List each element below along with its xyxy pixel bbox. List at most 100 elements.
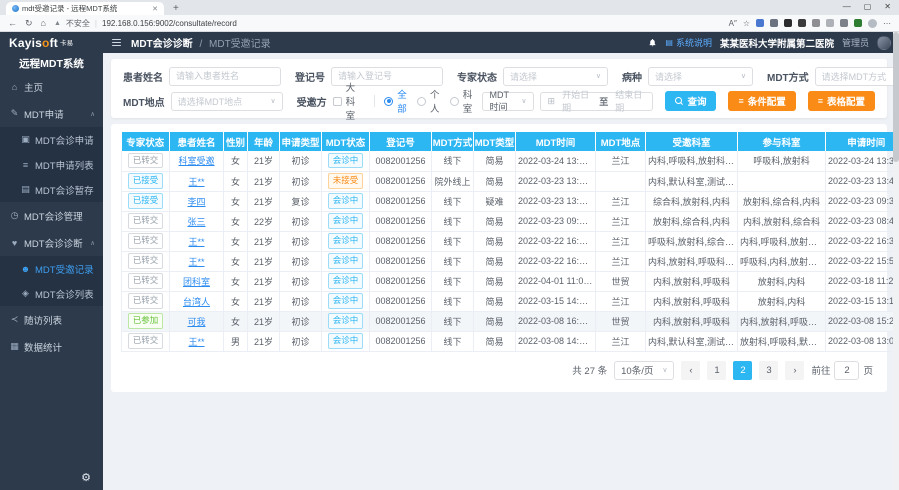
extension-icon[interactable] bbox=[784, 19, 792, 27]
tab-close-icon[interactable]: ✕ bbox=[152, 5, 158, 13]
patient-link[interactable]: 科室受邀 bbox=[178, 156, 214, 166]
back-icon[interactable]: ← bbox=[8, 18, 17, 28]
window-minimize-button[interactable]: — bbox=[843, 2, 851, 11]
sidebar-item-mdt-consult-list[interactable]: ◈MDT会诊列表 bbox=[0, 281, 103, 306]
home-icon[interactable]: ⌂ bbox=[41, 18, 46, 28]
cell-patient-name[interactable]: 团科室 bbox=[170, 271, 224, 291]
bell-icon[interactable] bbox=[648, 38, 657, 47]
sidebar-item-mdt-invite-record[interactable]: ☻MDT受邀记录 bbox=[0, 256, 103, 281]
favorite-star-icon[interactable]: ☆ bbox=[743, 19, 750, 28]
page-button-3[interactable]: 3 bbox=[759, 361, 778, 380]
page-button-2-current[interactable]: 2 bbox=[733, 361, 752, 380]
next-page-button[interactable]: › bbox=[785, 361, 804, 380]
browser-tab[interactable]: mdt受邀记录 - 远程MDT系统 ✕ bbox=[6, 2, 164, 15]
table-row[interactable]: 已转交科室受邀女21岁初诊会诊中0082001256线下简易2022-03-24… bbox=[122, 151, 899, 171]
cell-patient-name[interactable]: 张三 bbox=[170, 211, 224, 231]
extension-icon[interactable] bbox=[812, 19, 820, 27]
invitee-radio-all[interactable]: 全部 bbox=[384, 87, 408, 115]
page-scrollbar[interactable] bbox=[893, 32, 899, 490]
sidebar-item-mdt-apply[interactable]: ✎MDT申请∧ bbox=[0, 100, 103, 127]
patient-link[interactable]: 张三 bbox=[187, 217, 205, 227]
condition-config-button[interactable]: ≡条件配置 bbox=[728, 91, 795, 111]
refresh-icon[interactable]: ↻ bbox=[25, 18, 33, 29]
page-button-1[interactable]: 1 bbox=[707, 361, 726, 380]
patient-link[interactable]: 王** bbox=[188, 237, 204, 247]
sidebar-item-mdt-consult-draft[interactable]: ▤MDT会诊暂存 bbox=[0, 177, 103, 202]
read-aloud-icon[interactable]: A″ bbox=[729, 19, 737, 28]
mdt-place-select[interactable]: 请选择MDT地点∨ bbox=[171, 92, 283, 111]
table-config-button[interactable]: ≡表格配置 bbox=[808, 91, 875, 111]
date-range-picker[interactable]: ⊞ 开始日期 至 结束日期 bbox=[540, 92, 654, 111]
patient-link[interactable]: 王** bbox=[188, 337, 204, 347]
sidebar-item-data-stats[interactable]: ▦数据统计 bbox=[0, 333, 103, 360]
cell-joined-depts: 内科,放射科,综合科 bbox=[738, 211, 826, 231]
extension-icon[interactable] bbox=[798, 19, 806, 27]
new-tab-button[interactable]: + bbox=[173, 3, 179, 15]
extension-icon[interactable] bbox=[826, 19, 834, 27]
table-row[interactable]: 已转交王**男21岁初诊会诊中0082001256线下简易2022-03-08 … bbox=[122, 331, 899, 351]
system-help-link[interactable]: ▤系统说明 bbox=[665, 36, 712, 49]
table-row[interactable]: 已转交王**女21岁初诊会诊中0082001256线下简易2022-03-22 … bbox=[122, 251, 899, 271]
page-size-select[interactable]: 10条/页∨ bbox=[614, 361, 674, 380]
sidebar-item-followup-list[interactable]: ≺随访列表 bbox=[0, 306, 103, 333]
table-row[interactable]: 已转交王**女21岁初诊会诊中0082001256线下简易2022-03-22 … bbox=[122, 231, 899, 251]
mdt-mode-select[interactable]: 请选择MDT方式∨ bbox=[815, 67, 899, 86]
sidebar-item-mdt-apply-list[interactable]: ≡MDT申请列表 bbox=[0, 152, 103, 177]
sidebar-item-mdt-consult-diagnose[interactable]: ♥MDT会诊诊断∧ bbox=[0, 229, 103, 256]
window-maximize-button[interactable]: ▢ bbox=[864, 2, 872, 11]
browser-profile-avatar[interactable] bbox=[868, 19, 877, 28]
table-row[interactable]: 已参加可我女21岁初诊会诊中0082001256线下简易2022-03-08 1… bbox=[122, 311, 899, 331]
cell-patient-name[interactable]: 台湾人 bbox=[170, 291, 224, 311]
invitee-radio-person[interactable]: 个人 bbox=[417, 87, 441, 115]
cell-mdt-mode: 线下 bbox=[432, 271, 474, 291]
expert-status-select[interactable]: 请选择∨ bbox=[503, 67, 608, 86]
table-row[interactable]: 已接受李四女21岁复诊会诊中0082001256线下疑难2022-03-23 1… bbox=[122, 191, 899, 211]
cell-patient-name[interactable]: 李四 bbox=[170, 191, 224, 211]
start-date-placeholder: 开始日期 bbox=[562, 88, 592, 114]
extension-icon[interactable] bbox=[770, 19, 778, 27]
radio-icon[interactable] bbox=[450, 97, 459, 106]
time-field-select[interactable]: MDT时间∨ bbox=[482, 92, 533, 111]
extension-icon[interactable] bbox=[840, 19, 848, 27]
disease-select[interactable]: 请选择∨ bbox=[648, 67, 753, 86]
invitee-radio-dept[interactable]: 科室 bbox=[450, 87, 474, 115]
user-avatar[interactable] bbox=[877, 36, 891, 50]
patient-link[interactable]: 王** bbox=[188, 257, 204, 267]
cell-patient-name[interactable]: 王** bbox=[170, 251, 224, 271]
checkbox-icon[interactable] bbox=[333, 97, 342, 106]
cell-patient-name[interactable]: 王** bbox=[170, 231, 224, 251]
patient-link[interactable]: 团科室 bbox=[183, 277, 210, 287]
collapse-menu-icon[interactable] bbox=[112, 39, 121, 47]
window-close-button[interactable]: ✕ bbox=[884, 2, 891, 11]
goto-page-input[interactable] bbox=[834, 361, 859, 380]
cell-patient-name[interactable]: 科室受邀 bbox=[170, 151, 224, 171]
config-lines-icon: ≡ bbox=[818, 96, 823, 106]
invitee-checkbox-dept-group[interactable]: 大科室 bbox=[333, 80, 364, 122]
shield-extension-icon[interactable] bbox=[854, 19, 862, 27]
extension-icon[interactable] bbox=[756, 19, 764, 27]
table-row[interactable]: 已转交台湾人女21岁初诊会诊中0082001256线下简易2022-03-15 … bbox=[122, 291, 899, 311]
table-row[interactable]: 已转交张三女22岁初诊会诊中0082001256线下简易2022-03-23 0… bbox=[122, 211, 899, 231]
prev-page-button[interactable]: ‹ bbox=[681, 361, 700, 380]
radio-icon[interactable] bbox=[417, 97, 426, 106]
sidebar-item-home[interactable]: ⌂主页 bbox=[0, 73, 103, 100]
table-row[interactable]: 已转交团科室女21岁初诊会诊中0082001256线下简易2022-04-01 … bbox=[122, 271, 899, 291]
patient-link[interactable]: 可我 bbox=[187, 317, 205, 327]
scrollbar-thumb[interactable] bbox=[893, 32, 899, 162]
settings-gear-icon[interactable]: ⚙ bbox=[81, 471, 91, 484]
address-bar[interactable]: ▲ 不安全 | 192.168.0.156:9002/consultate/re… bbox=[54, 18, 237, 29]
patient-link[interactable]: 台湾人 bbox=[183, 297, 210, 307]
cell-mdt-status: 会诊中 bbox=[322, 191, 370, 211]
sidebar-item-mdt-consult-manage[interactable]: ◷MDT会诊管理 bbox=[0, 202, 103, 229]
sidebar-item-mdt-consult-apply[interactable]: ▣MDT会诊申请 bbox=[0, 127, 103, 152]
cell-patient-name[interactable]: 王** bbox=[170, 171, 224, 191]
table-row[interactable]: 已接受王**女21岁初诊未接受0082001256院外线上简易2022-03-2… bbox=[122, 171, 899, 191]
cell-patient-name[interactable]: 可我 bbox=[170, 311, 224, 331]
radio-icon[interactable] bbox=[384, 97, 393, 106]
patient-link[interactable]: 王** bbox=[188, 177, 204, 187]
search-button[interactable]: 查询 bbox=[665, 91, 716, 111]
patient-name-input[interactable] bbox=[169, 67, 281, 86]
patient-link[interactable]: 李四 bbox=[187, 197, 205, 207]
browser-menu-icon[interactable]: ⋯ bbox=[883, 19, 891, 28]
cell-patient-name[interactable]: 王** bbox=[170, 331, 224, 351]
